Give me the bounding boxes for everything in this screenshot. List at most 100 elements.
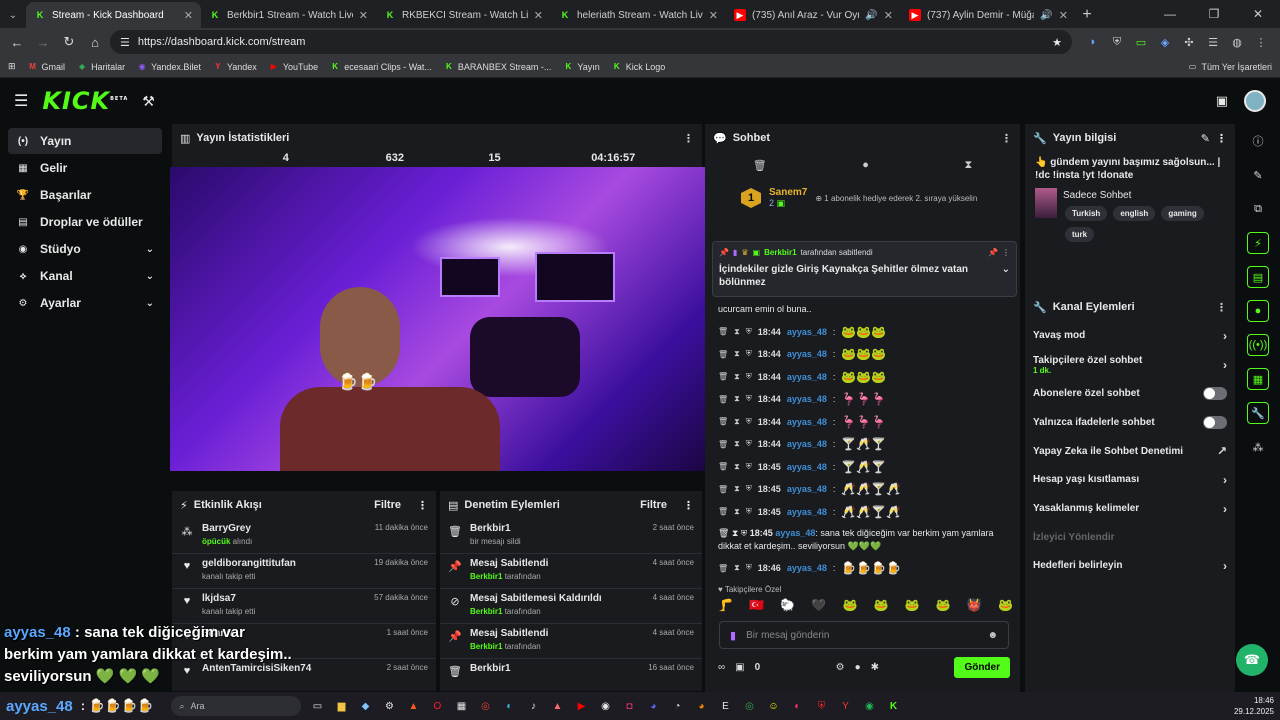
external-link-icon[interactable]: ↗ (1217, 444, 1227, 458)
more-icon[interactable]: ⋮ (1216, 301, 1227, 314)
bookmark-item[interactable]: K BARANBEX Stream -... (444, 62, 551, 72)
unpin-icon[interactable]: 📌 (988, 248, 998, 257)
kick-logo[interactable]: KICKBETA (42, 87, 128, 115)
msg-user[interactable]: ayyas_48 (787, 462, 827, 472)
minimize-icon[interactable]: — (1148, 0, 1192, 28)
chevron-down-icon[interactable]: ⌄ (1002, 263, 1010, 289)
puzzle-icon[interactable]: ✣ (1180, 33, 1198, 51)
hourglass-icon[interactable]: ⧗ (734, 349, 740, 359)
msg-user[interactable]: ayyas_48 (787, 417, 827, 427)
hourglass-icon[interactable]: ⧗ (734, 327, 740, 337)
hourglass-icon[interactable]: ⧗ (734, 507, 740, 517)
msg-user[interactable]: ayyas_48 (787, 394, 827, 404)
app-icon[interactable]: ▦ (453, 698, 469, 714)
close-icon[interactable]: ✕ (1236, 0, 1280, 28)
emoji-icon[interactable]: ☻ (987, 630, 998, 641)
edit-icon[interactable]: ✎ (1247, 164, 1269, 186)
msg-user[interactable]: ayyas_48 (787, 484, 827, 494)
trash-icon[interactable]: 🗑 (718, 507, 728, 516)
trash-icon[interactable]: 🗑 (718, 372, 728, 381)
hourglass-icon[interactable]: ⧗ (734, 372, 740, 382)
tools-icon[interactable]: ⚒ (142, 93, 155, 110)
chevron-right-icon[interactable]: › (1223, 473, 1227, 487)
wrench-icon[interactable]: 🔧 (1247, 402, 1269, 424)
sidebar-item[interactable]: ▤ Droplar ve ödüller (8, 209, 162, 235)
screen-icon[interactable]: ⧉ (1247, 198, 1269, 220)
bookmark-item[interactable]: K Yayın (563, 62, 600, 72)
trash-icon[interactable]: 🗑 (718, 327, 728, 336)
speaker-icon[interactable]: 🔊 (1040, 10, 1052, 21)
extension-icon[interactable]: ◗ (1084, 33, 1102, 51)
toggle-switch[interactable] (1203, 416, 1227, 429)
trash-icon[interactable]: 🗑 (718, 485, 728, 494)
emote-button[interactable]: 🦵 (718, 598, 733, 612)
emote-button[interactable]: 🐸 (905, 598, 920, 612)
browser-tab[interactable]: K Stream - Kick Dashboard ✕ (26, 2, 201, 28)
more-icon[interactable]: ⋮ (1002, 248, 1010, 257)
chevron-down-icon[interactable]: ⌄ (146, 298, 154, 309)
list-item[interactable]: 📌 Mesaj Sabitlendi Berkbir1 tarafından 4 sa… (440, 624, 702, 659)
bookmark-item[interactable]: ◆ Haritalar (77, 62, 125, 72)
tab-search-icon[interactable]: ⌄ (0, 2, 26, 28)
broadcast-icon[interactable]: ((•)) (1247, 334, 1269, 356)
sidebar-item[interactable]: ◉ Stüdyo ⌄ (8, 236, 162, 262)
opera-icon[interactable]: O (429, 698, 445, 714)
send-button[interactable]: Gönder (954, 656, 1010, 678)
gear-icon[interactable]: ✱ (871, 662, 879, 673)
pinned-message[interactable]: 📌 ▮ ♛ ▣ Berkbir1 tarafından sabitlendi 📌… (712, 241, 1017, 297)
list-item[interactable]: 🗑 Berkbir1 16 saat önce (440, 659, 702, 694)
channel-action-item[interactable]: Hedefleri belirleyin › (1025, 551, 1235, 580)
emote-button[interactable]: 🐸 (874, 598, 889, 612)
browser-tab[interactable]: Kheleriath Stream - Watch Live o ✕ (551, 2, 726, 28)
infinity-icon[interactable]: ∞ (718, 662, 725, 673)
bookmark-item[interactable]: M Gmail (28, 62, 65, 72)
list-item[interactable]: ⁂ BarryGrey öpücük alındı 11 dakika önce (172, 519, 436, 554)
chevron-right-icon[interactable]: › (1223, 502, 1227, 516)
profile-icon[interactable]: ◍ (1228, 33, 1246, 51)
hamburger-icon[interactable]: ☰ (14, 91, 28, 111)
chat-input[interactable]: ▮ Bir mesaj gönderin ☻ (719, 621, 1009, 649)
trash-icon[interactable]: 🗑 (718, 528, 729, 538)
chevron-right-icon[interactable]: › (1223, 559, 1227, 573)
hourglass-icon[interactable]: ⧗ (732, 528, 738, 538)
chevron-right-icon[interactable]: › (1223, 329, 1227, 343)
chat-bubble-icon[interactable]: ● (855, 662, 861, 673)
toggle-switch[interactable] (1203, 387, 1227, 400)
bookmark-star-icon[interactable]: ★ (1052, 36, 1062, 49)
brave-icon[interactable]: ▲ (405, 698, 421, 714)
speedometer-icon[interactable]: ◔ (669, 698, 685, 714)
lightning-icon[interactable]: ⚡ (1247, 232, 1269, 254)
menu-icon[interactable]: ⋮ (1252, 33, 1270, 51)
youtube-icon[interactable]: ▶ (573, 698, 589, 714)
app-icon[interactable]: ◐ (789, 698, 805, 714)
browser-tab[interactable]: K RKBEKCI Stream - Watch Live o ✕ (376, 2, 551, 28)
copilot-icon[interactable]: ◆ (357, 698, 373, 714)
gift-box-icon[interactable]: ▣ (735, 662, 744, 673)
tab-close-icon[interactable]: ✕ (1059, 9, 1068, 22)
settings-icon[interactable]: ⚙ (836, 662, 845, 673)
yandex-icon[interactable]: Y (837, 698, 853, 714)
steam-icon[interactable]: ◉ (597, 698, 613, 714)
hourglass-icon[interactable]: ⧗ (734, 484, 740, 494)
tab-close-icon[interactable]: ✕ (709, 9, 718, 22)
document-icon[interactable]: ▤ (1247, 266, 1269, 288)
hourglass-icon[interactable]: ⧗ (734, 563, 740, 573)
bookmark-item[interactable]: K Kick Logo (612, 62, 665, 72)
snapchat-icon[interactable]: ☺ (765, 698, 781, 714)
clock[interactable]: 18:46 29.12.2025 (1234, 695, 1274, 717)
tab-close-icon[interactable]: ✕ (184, 9, 193, 22)
shield-icon[interactable]: ⛨ (813, 698, 829, 714)
tag-chip[interactable]: turk (1065, 227, 1095, 242)
shield-icon[interactable]: ⛨ (1108, 33, 1126, 51)
msg-user[interactable]: ayyas_48 (787, 439, 827, 449)
hourglass-icon[interactable]: ⧗ (964, 159, 972, 172)
reload-icon[interactable]: ↻ (58, 31, 80, 53)
sidebar-item[interactable]: 🏆 Başarılar (8, 182, 162, 208)
reading-list-icon[interactable]: ☰ (1204, 33, 1222, 51)
sidebar-item[interactable]: ⚙ Ayarlar ⌄ (8, 290, 162, 316)
msg-user[interactable]: ayyas_48 (787, 327, 827, 337)
browser-tab[interactable]: ▶ (737) Aylin Demir - Müğan 🔊 ✕ (901, 2, 1076, 28)
avatar[interactable] (1244, 90, 1266, 112)
forward-icon[interactable]: → (32, 31, 54, 53)
app-icon[interactable]: ◕ (693, 698, 709, 714)
